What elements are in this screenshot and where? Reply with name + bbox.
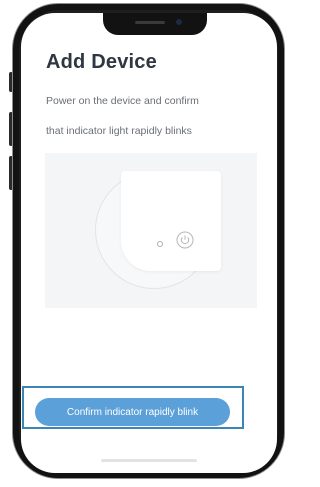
device-body [121,171,221,271]
confirm-blink-button[interactable]: Confirm indicator rapidly blink [35,398,230,426]
speaker-grille [135,21,165,24]
indicator-led-icon [157,241,163,247]
device-illustration [45,153,257,308]
home-indicator [101,459,197,462]
front-camera [176,19,182,25]
instruction-line-2: that indicator light rapidly blinks [46,125,192,137]
page-title: Add Device [46,51,157,73]
phone-notch [103,13,207,35]
instruction-line-1: Power on the device and confirm [46,95,199,107]
power-icon [176,231,194,249]
